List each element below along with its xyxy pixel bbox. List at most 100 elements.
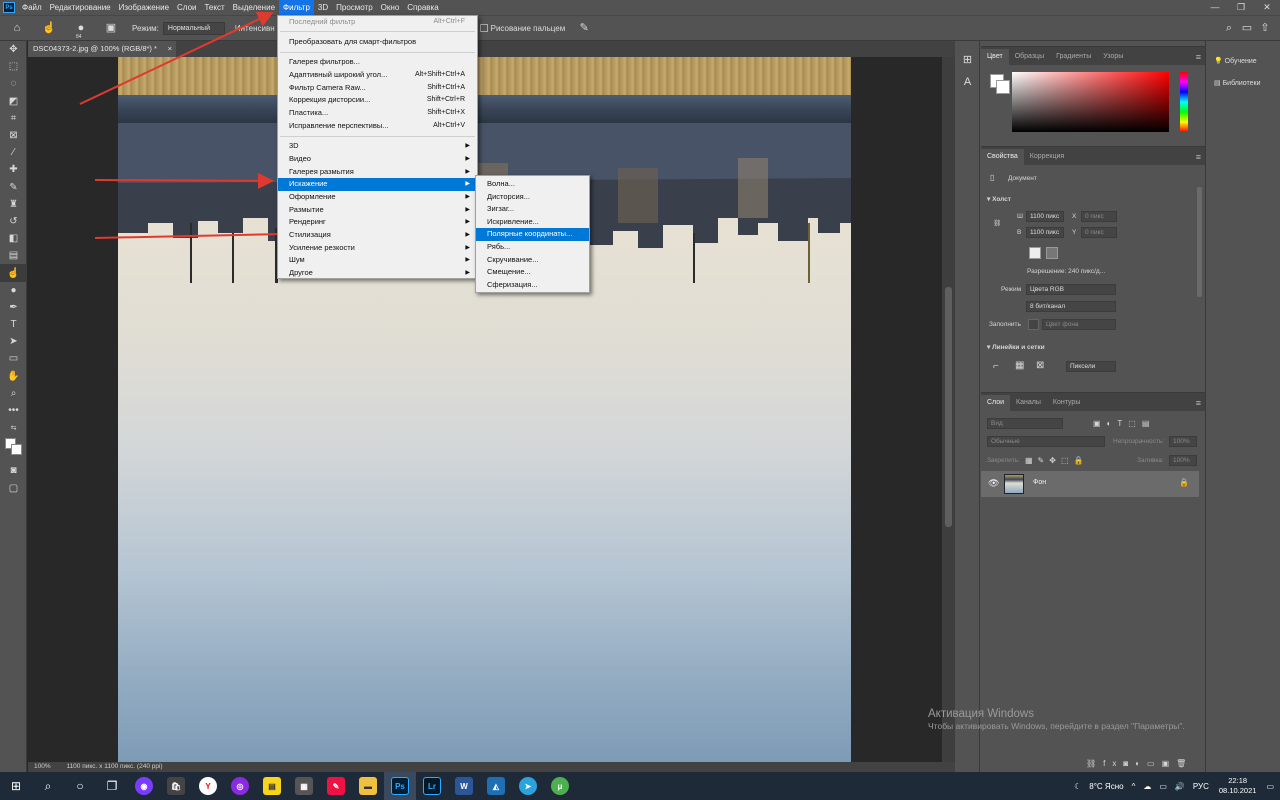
height-field[interactable]: 1100 пикс — [1026, 227, 1064, 238]
panel-menu-icon[interactable]: ≡ — [1196, 149, 1201, 165]
menu-item-other[interactable]: Другое ▶ — [278, 267, 477, 280]
mode-select[interactable]: Цвета RGB — [1026, 284, 1116, 295]
history-icon[interactable]: ⊞ — [955, 49, 980, 71]
lock-icons[interactable]: ▦✎✥⬚🔒 — [1025, 456, 1088, 465]
submenu-item-spherize[interactable]: Сферизация... — [476, 279, 589, 292]
landscape-orientation-icon[interactable] — [1046, 247, 1058, 259]
submenu-item-wave[interactable]: Волна... — [476, 178, 589, 191]
x-field[interactable]: 0 пикс — [1081, 211, 1117, 222]
learn-button[interactable]: 💡 Обучение — [1206, 51, 1280, 73]
notifications-icon[interactable]: ▭ — [1266, 782, 1274, 791]
file-explorer-icon[interactable]: ▬ — [352, 772, 384, 800]
tab-channels[interactable]: Каналы — [1010, 395, 1047, 411]
menu-item-stylize[interactable]: Стилизация ▶ — [278, 229, 477, 242]
cortana-icon[interactable]: ○ — [64, 772, 96, 800]
tab-gradients[interactable]: Градиенты — [1050, 49, 1097, 65]
yandex-browser-icon[interactable]: Y — [192, 772, 224, 800]
tab-paths[interactable]: Контуры — [1047, 395, 1086, 411]
layer-name[interactable]: Фон — [1033, 479, 1046, 486]
menu-item-filter-gallery[interactable]: Галерея фильтров... — [278, 56, 477, 69]
fill-select[interactable]: Цвет фона — [1042, 319, 1116, 330]
tab-properties[interactable]: Свойства — [981, 149, 1024, 165]
menu-item-lens-correction[interactable]: Коррекция дисторсии... Shift+Ctrl+R — [278, 94, 477, 107]
units-select[interactable]: Пиксели — [1066, 361, 1116, 372]
tab-adjustments[interactable]: Коррекция — [1024, 149, 1070, 165]
opacity-field[interactable]: 100% — [1169, 436, 1197, 447]
submenu-item-distortion[interactable]: Дисторсия... — [476, 191, 589, 204]
blend-mode-select[interactable]: Обычные — [987, 436, 1105, 447]
submenu-item-polar-coordinates[interactable]: Полярные координаты... — [476, 228, 589, 241]
photos-icon[interactable]: ◭ — [480, 772, 512, 800]
portrait-orientation-icon[interactable] — [1029, 247, 1041, 259]
sticky-notes-icon[interactable]: ▤ — [256, 772, 288, 800]
character-icon[interactable]: A — [955, 71, 980, 93]
tab-swatches[interactable]: Образцы — [1009, 49, 1050, 65]
media-icon[interactable]: ◎ — [224, 772, 256, 800]
menu-item-blur[interactable]: Размытие ▶ — [278, 204, 477, 217]
menu-item-sharpen[interactable]: Усиление резкости ▶ — [278, 242, 477, 255]
search-icon[interactable]: ⌕ — [32, 772, 64, 800]
menu-item-noise[interactable]: Шум ▶ — [278, 254, 477, 267]
menu-item-vanishing-point[interactable]: Исправление перспективы... Alt+Ctrl+V — [278, 120, 477, 133]
panel-menu-icon[interactable]: ≡ — [1196, 49, 1201, 65]
panel-menu-icon[interactable]: ≡ — [1196, 395, 1201, 411]
task-view-icon[interactable]: ❐ — [96, 772, 128, 800]
language-indicator[interactable]: РУС — [1193, 782, 1209, 791]
layer-row[interactable]: 👁 Фон 🔒 — [981, 471, 1199, 497]
grid-icon[interactable]: ▦ — [1015, 360, 1024, 371]
menu-item-3d[interactable]: 3D ▶ — [278, 140, 477, 153]
network-icon[interactable]: ▭ — [1159, 782, 1167, 791]
properties-scrollbar[interactable] — [1197, 187, 1202, 297]
menu-item-adaptive-wide-angle[interactable]: Адаптивный широкий угол... Alt+Shift+Ctrl… — [278, 69, 477, 82]
layer-filter-icons[interactable]: ▣◐T⬚▤ — [1093, 419, 1155, 428]
clock[interactable]: 22:18 08.10.2021 — [1219, 776, 1257, 796]
menu-item-liquify[interactable]: Пластика... Shift+Ctrl+X — [278, 107, 477, 120]
submenu-item-ripple[interactable]: Рябь... — [476, 241, 589, 254]
menu-item-camera-raw[interactable]: Фильтр Camera Raw... Shift+Ctrl+A — [278, 82, 477, 95]
color-field[interactable] — [1012, 72, 1169, 132]
alice-icon[interactable]: ◉ — [128, 772, 160, 800]
calculator-icon[interactable]: ▦ — [288, 772, 320, 800]
layer-actions-bar[interactable]: ⛓fx◙◐▭▣🗑 — [1086, 759, 1193, 768]
tab-layers[interactable]: Слои — [981, 395, 1011, 411]
link-icon[interactable]: ⛓ — [993, 219, 1001, 227]
paint-3d-icon[interactable]: ✎ — [320, 772, 352, 800]
volume-icon[interactable]: 🔊 — [1175, 782, 1185, 791]
weather-moon-icon[interactable]: ☾ — [1074, 782, 1081, 791]
canvas-section-title[interactable]: ▾ Холст — [987, 195, 1011, 203]
y-field[interactable]: 0 пикс — [1081, 227, 1117, 238]
menu-item-distort[interactable]: Искажение ▶ — [278, 178, 477, 191]
windows-start-icon[interactable]: ⊞ — [0, 772, 32, 800]
fill-color-swatch[interactable] — [1028, 319, 1039, 330]
menu-item-stylize-design[interactable]: Оформление ▶ — [278, 191, 477, 204]
tab-color[interactable]: Цвет — [981, 49, 1009, 65]
guides-icon[interactable]: ⊠ — [1036, 360, 1044, 371]
fill-field[interactable]: 100% — [1169, 455, 1197, 466]
weather-text[interactable]: 8°С Ясно — [1089, 782, 1123, 791]
menu-item-video[interactable]: Видео ▶ — [278, 153, 477, 166]
bg-color-swatch[interactable] — [996, 80, 1010, 94]
rulers-section-title[interactable]: ▾ Линейки и сетки — [987, 343, 1045, 351]
word-icon[interactable]: W — [448, 772, 480, 800]
menu-item-blur-gallery[interactable]: Галерея размытия ▶ — [278, 166, 477, 179]
tab-patterns[interactable]: Узоры — [1097, 49, 1129, 65]
lightroom-icon[interactable]: Lr — [416, 772, 448, 800]
submenu-item-zigzag[interactable]: Зигзаг... — [476, 203, 589, 216]
store-icon[interactable]: 🛍 — [160, 772, 192, 800]
submenu-item-displace[interactable]: Смещение... — [476, 266, 589, 279]
utorrent-icon[interactable]: μ — [544, 772, 576, 800]
photoshop-taskbar-icon[interactable]: Ps — [384, 772, 416, 800]
ruler-icon[interactable]: ⌐ — [993, 361, 999, 372]
tray-arrow-icon[interactable]: ^ — [1132, 782, 1136, 791]
submenu-item-shear[interactable]: Искривление... — [476, 216, 589, 229]
telegram-icon[interactable]: ➤ — [512, 772, 544, 800]
onedrive-icon[interactable]: ☁ — [1143, 782, 1151, 791]
visibility-eye-icon[interactable]: 👁 — [988, 478, 999, 489]
submenu-item-twirl[interactable]: Скручивание... — [476, 254, 589, 267]
hue-slider[interactable] — [1180, 72, 1188, 132]
menu-item-render[interactable]: Рендеринг ▶ — [278, 216, 477, 229]
menu-item-convert-smart-filters[interactable]: Преобразовать для смарт-фильтров — [278, 36, 477, 49]
libraries-button[interactable]: ▤ Библиотеки — [1206, 73, 1280, 95]
width-field[interactable]: 1100 пикс — [1026, 211, 1064, 222]
bit-depth-select[interactable]: 8 бит/канал — [1026, 301, 1116, 312]
